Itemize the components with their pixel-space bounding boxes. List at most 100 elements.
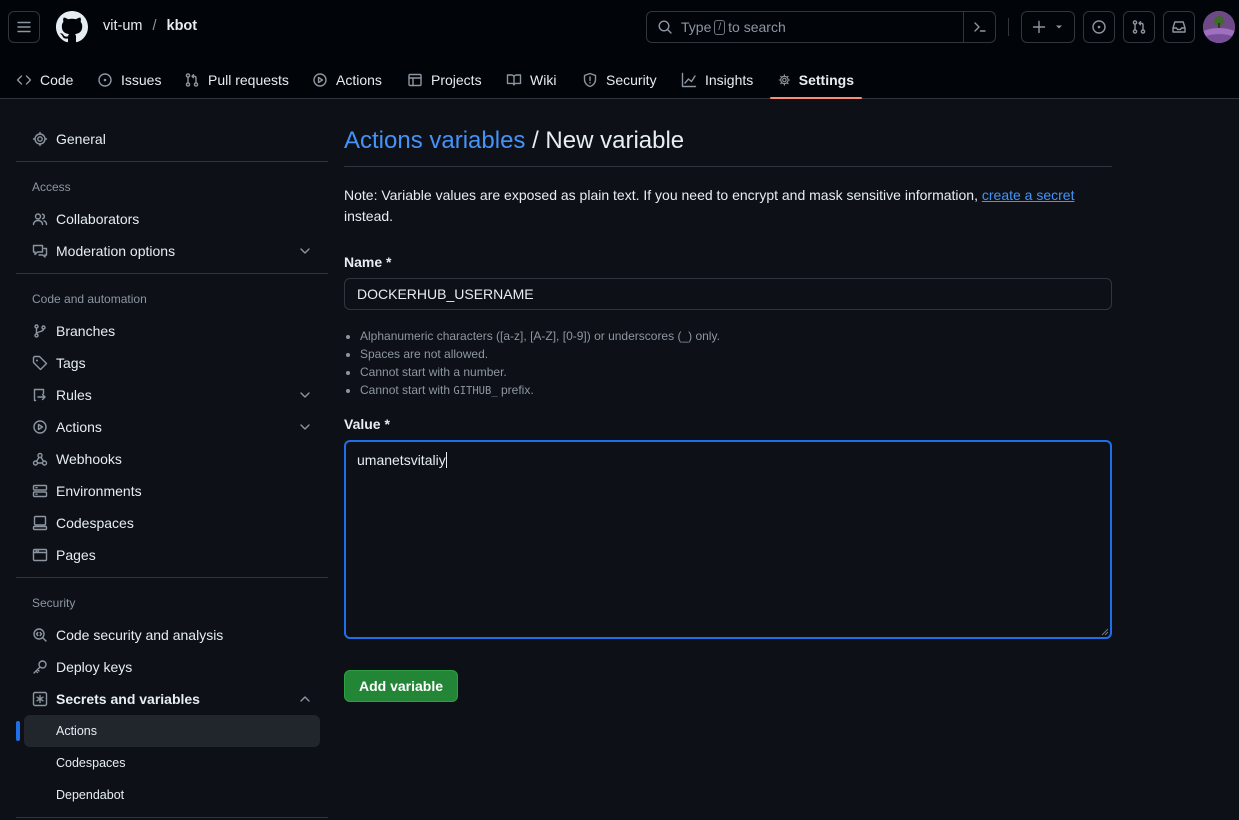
- sidebar-item-code-security[interactable]: Code security and analysis: [16, 619, 320, 651]
- menu-button[interactable]: [8, 11, 40, 43]
- sidebar-item-deploy-keys-label: Deploy keys: [56, 659, 133, 675]
- app-header: vit-um / kbot Type / to search Code Issu…: [0, 0, 1239, 99]
- sidebar-item-environments-label: Environments: [56, 483, 142, 499]
- name-field[interactable]: DOCKERHUB_USERNAME: [344, 278, 1112, 310]
- create-new-button[interactable]: [1021, 11, 1075, 43]
- triangle-down-icon: [1056, 25, 1062, 29]
- sidebar-subitem-codespaces[interactable]: Codespaces: [24, 747, 320, 779]
- name-rule-prefix-code: GITHUB_: [453, 385, 498, 397]
- command-palette-button[interactable]: [963, 12, 995, 42]
- name-rule-spaces: Spaces are not allowed.: [360, 345, 720, 363]
- inbox-icon: [1172, 21, 1186, 33]
- tab-pull-requests-label: Pull requests: [208, 71, 289, 88]
- sidebar-item-webhooks-label: Webhooks: [56, 451, 122, 467]
- value-label: Value *: [344, 416, 390, 432]
- chevron-up-icon: [300, 696, 310, 702]
- tab-code-label: Code: [40, 71, 74, 88]
- tab-settings-label: Settings: [798, 71, 854, 88]
- github-logo-icon[interactable]: [56, 11, 88, 43]
- sidebar-item-general[interactable]: General: [16, 123, 320, 155]
- resize-handle-icon[interactable]: [1101, 628, 1109, 636]
- tab-actions-label: Actions: [336, 71, 382, 88]
- tab-issues[interactable]: Issues: [89, 60, 169, 99]
- sidebar-item-collaborators-label: Collaborators: [56, 211, 140, 227]
- sidebar-item-codespaces-label: Codespaces: [56, 515, 134, 531]
- pull-request-icon: [185, 72, 199, 87]
- sidebar-item-environments[interactable]: Environments: [16, 475, 320, 507]
- gear-icon: [32, 131, 48, 147]
- create-secret-link[interactable]: create a secret: [982, 187, 1075, 203]
- name-rule-prefix: Cannot start with GITHUB_ prefix.: [360, 381, 720, 400]
- code-icon: [16, 74, 32, 85]
- hamburger-icon: [17, 21, 31, 33]
- repo-nav-tabs: Code Issues Pull requests Actions Projec…: [0, 60, 1239, 99]
- sidebar-subitem-actions[interactable]: Actions: [16, 715, 320, 747]
- sidebar-subitem-dependabot[interactable]: Dependabot: [24, 779, 320, 811]
- chevron-down-icon: [300, 424, 310, 430]
- value-textarea[interactable]: umanetsvitaliy: [344, 440, 1112, 639]
- tab-issues-label: Issues: [121, 71, 162, 88]
- search-placeholder-post: to search: [728, 19, 786, 35]
- search-input[interactable]: Type / to search: [646, 11, 996, 43]
- sidebar-item-rules[interactable]: Rules: [16, 379, 320, 411]
- sidebar-item-tags[interactable]: Tags: [16, 347, 320, 379]
- tab-pull-requests[interactable]: Pull requests: [176, 60, 297, 99]
- tab-insights-label: Insights: [705, 71, 754, 88]
- sidebar-item-tags-label: Tags: [56, 355, 86, 371]
- sidebar-item-deploy-keys[interactable]: Deploy keys: [16, 651, 320, 683]
- repo-link[interactable]: kbot: [167, 18, 198, 34]
- inbox-button[interactable]: [1163, 11, 1195, 43]
- server-icon: [32, 484, 48, 498]
- people-icon: [32, 213, 48, 226]
- tab-actions[interactable]: Actions: [304, 60, 390, 99]
- actions-variables-link[interactable]: Actions variables: [344, 127, 525, 154]
- webhook-icon: [32, 452, 48, 466]
- sidebar-subitem-codespaces-label: Codespaces: [56, 756, 126, 770]
- sidebar-item-actions[interactable]: Actions: [16, 411, 320, 443]
- add-variable-button[interactable]: Add variable: [344, 670, 458, 702]
- issue-icon: [98, 72, 112, 87]
- header-divider: [1008, 18, 1009, 36]
- sidebar-item-branches[interactable]: Branches: [16, 315, 320, 347]
- sidebar-item-codespaces[interactable]: Codespaces: [16, 507, 320, 539]
- owner-link[interactable]: vit-um: [103, 18, 142, 34]
- key-icon: [33, 660, 47, 674]
- codescan-icon: [33, 628, 47, 642]
- tab-insights[interactable]: Insights: [673, 60, 761, 99]
- sidebar-item-rules-label: Rules: [56, 387, 92, 403]
- sidebar-item-webhooks[interactable]: Webhooks: [16, 443, 320, 475]
- sidebar-item-collaborators[interactable]: Collaborators: [16, 203, 320, 235]
- tab-security[interactable]: Security: [574, 60, 665, 99]
- table-icon: [408, 73, 422, 86]
- plus-icon: [1032, 20, 1046, 34]
- tab-settings[interactable]: Settings: [770, 60, 862, 99]
- tag-icon: [32, 355, 48, 371]
- search-placeholder: Type / to search: [681, 19, 786, 35]
- name-label: Name *: [344, 254, 392, 270]
- user-avatar[interactable]: [1203, 11, 1235, 43]
- tab-projects[interactable]: Projects: [399, 60, 490, 99]
- name-rule-number: Cannot start with a number.: [360, 363, 720, 381]
- sidebar-item-general-label: General: [56, 131, 106, 147]
- avatar-image-icon: [1203, 11, 1235, 43]
- pull-requests-button[interactable]: [1123, 11, 1155, 43]
- repo-push-icon: [33, 388, 46, 402]
- sidebar-item-pages[interactable]: Pages: [16, 539, 320, 571]
- name-rule-prefix-pre: Cannot start with: [360, 383, 451, 397]
- chevron-down-icon: [300, 392, 310, 398]
- tab-security-label: Security: [606, 71, 657, 88]
- sidebar-item-moderation[interactable]: Moderation options: [16, 235, 320, 267]
- git-branch-icon: [34, 324, 46, 338]
- sidebar-item-code-security-label: Code security and analysis: [56, 627, 224, 643]
- text-caret: [445, 452, 447, 468]
- sidebar-item-pages-label: Pages: [56, 547, 96, 563]
- value-textarea-text: umanetsvitaliy: [357, 452, 446, 468]
- tab-code[interactable]: Code: [8, 60, 81, 99]
- tab-wiki[interactable]: Wiki: [498, 60, 564, 99]
- name-rule-alphanumeric: Alphanumeric characters ([a-z], [A-Z], […: [360, 327, 720, 345]
- play-icon: [33, 420, 47, 434]
- sidebar-heading-security: Security: [32, 596, 76, 610]
- sidebar-item-secrets-variables[interactable]: Secrets and variables: [16, 683, 320, 715]
- issues-button[interactable]: [1083, 11, 1115, 43]
- note-end: instead.: [344, 208, 394, 224]
